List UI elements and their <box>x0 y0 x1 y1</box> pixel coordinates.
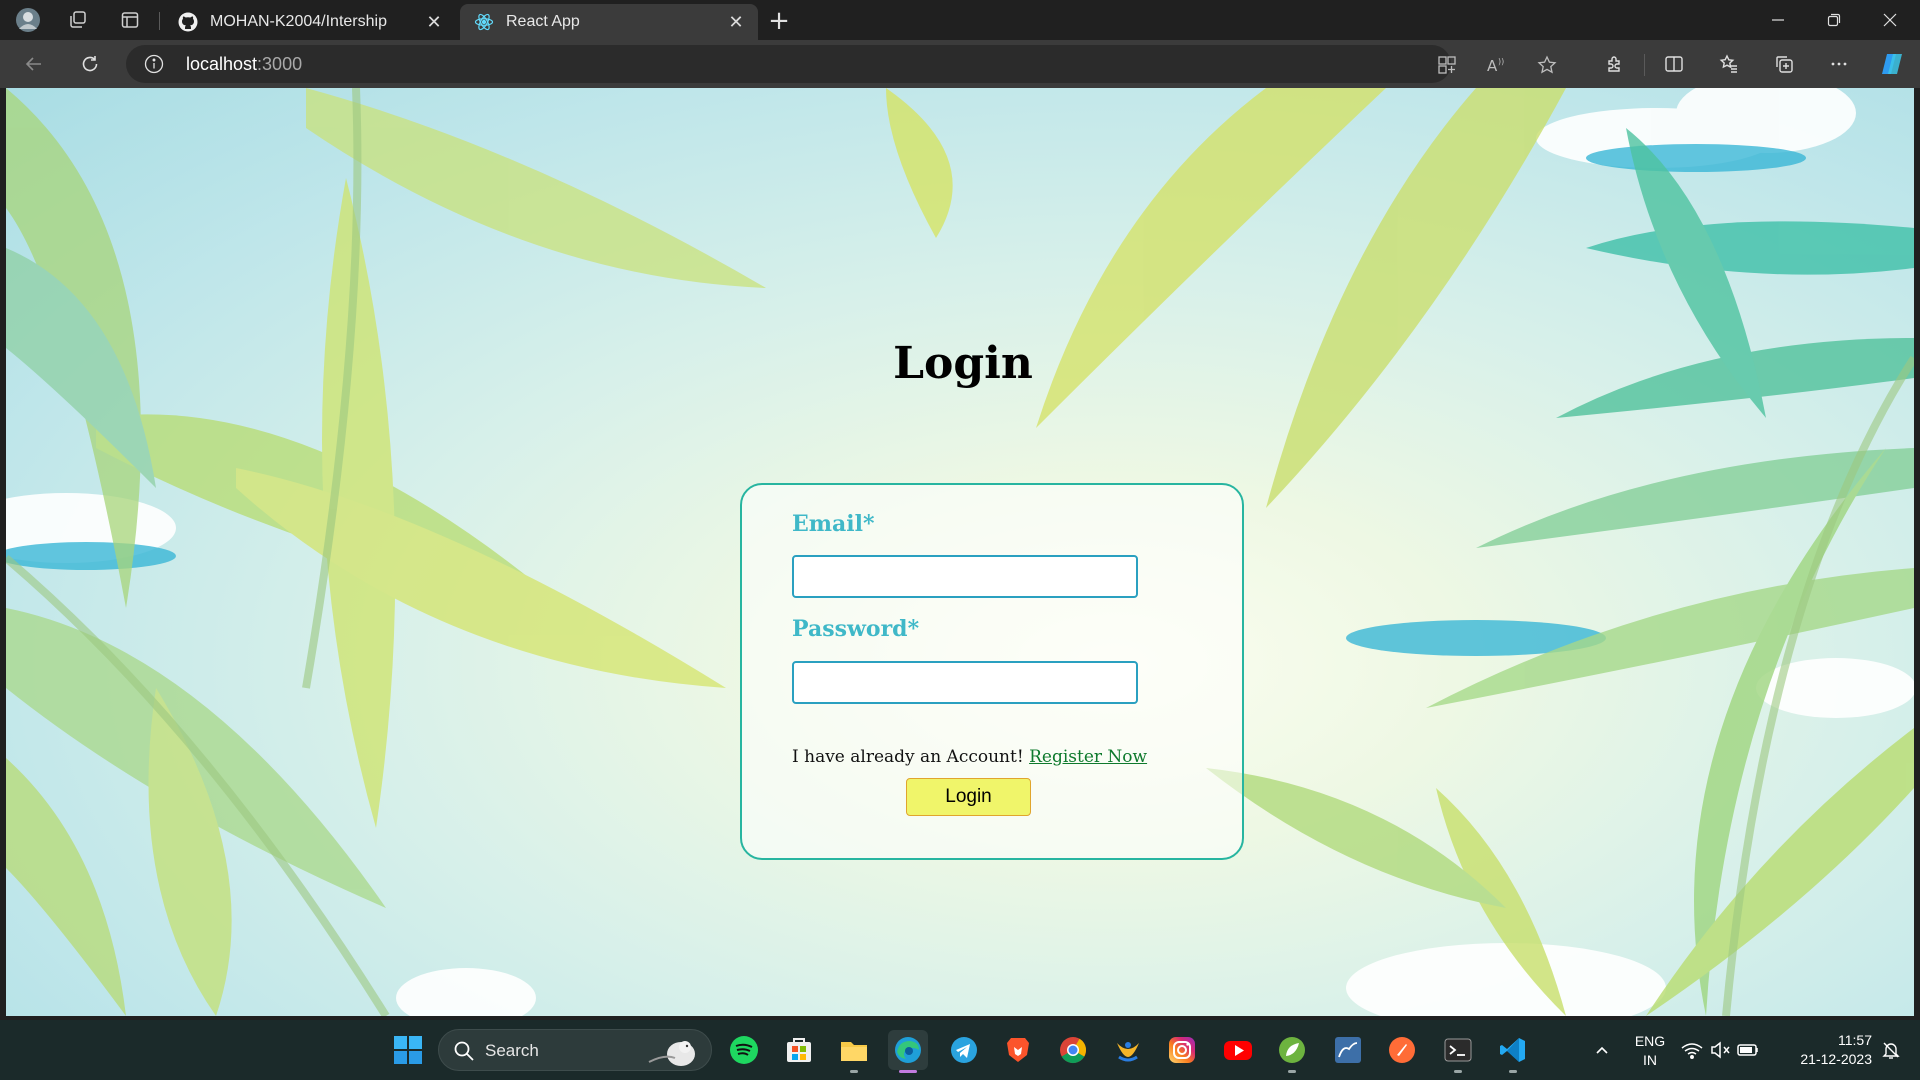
clock[interactable]: 11:57 21-12-2023 <box>1778 1031 1872 1069</box>
password-label: Password* <box>792 616 920 642</box>
restore-icon[interactable] <box>1806 0 1862 40</box>
browser-tab-strip: MOHAN-K2004/Intership ✕ React App ✕ + <box>0 0 1920 40</box>
login-button[interactable]: Login <box>906 778 1031 816</box>
login-form: Email* Password* I have already an Accou… <box>740 483 1244 860</box>
clock-time: 11:57 <box>1838 1032 1872 1048</box>
language-indicator[interactable]: ENG IN <box>1628 1032 1672 1070</box>
favorite-star-icon[interactable] <box>1536 54 1558 76</box>
register-prompt-text: I have already an Account! <box>792 747 1024 767</box>
battery-icon <box>1737 1044 1758 1056</box>
language-code: ENG <box>1634 1033 1666 1049</box>
favorites-icon[interactable] <box>1715 50 1743 78</box>
edge-icon[interactable] <box>888 1030 928 1073</box>
address-bar[interactable]: localhost:3000 A)) <box>126 45 1557 83</box>
read-aloud-icon[interactable]: A)) <box>1486 54 1508 76</box>
wifi-icon <box>1681 1043 1703 1059</box>
show-hidden-icons-icon[interactable] <box>1582 1030 1622 1070</box>
register-prompt: I have already an Account! Register Now <box>792 747 1147 767</box>
vscode-icon[interactable] <box>1493 1030 1533 1073</box>
profile-avatar-icon[interactable] <box>14 6 42 34</box>
collections-icon[interactable] <box>1770 50 1798 78</box>
page-title: Login <box>893 338 1033 389</box>
spotify-icon[interactable] <box>724 1030 764 1070</box>
database-workbench-icon[interactable] <box>1328 1030 1368 1070</box>
tab-react-app[interactable]: React App ✕ <box>460 4 758 40</box>
svg-text:A: A <box>1487 57 1498 75</box>
vertical-tabs-icon[interactable] <box>116 6 144 34</box>
url-host: localhost <box>186 54 258 74</box>
windows-start-icon[interactable] <box>388 1030 428 1070</box>
more-options-icon[interactable] <box>1825 50 1853 78</box>
close-tab-icon[interactable]: ✕ <box>726 12 746 32</box>
search-highlight-owl-icon <box>645 1032 705 1074</box>
extensions-icon[interactable] <box>1601 50 1629 78</box>
running-indicator <box>1454 1070 1462 1073</box>
postman-icon[interactable] <box>1382 1030 1422 1070</box>
password-input[interactable] <box>792 661 1138 704</box>
search-label: Search <box>485 1041 539 1060</box>
tab-title: MOHAN-K2004/Intership <box>210 13 387 30</box>
split-screen-icon[interactable] <box>1660 50 1688 78</box>
youtube-icon[interactable] <box>1218 1030 1258 1070</box>
microsoft-store-icon[interactable] <box>779 1030 819 1070</box>
notifications-bell-icon[interactable] <box>1876 1030 1906 1070</box>
taskbar-search[interactable]: Search <box>438 1029 712 1071</box>
speaker-muted-icon <box>1711 1041 1730 1059</box>
clock-date: 21-12-2023 <box>1800 1051 1872 1067</box>
close-tab-icon[interactable]: ✕ <box>424 12 444 32</box>
site-info-icon[interactable] <box>144 54 164 74</box>
file-explorer-icon[interactable] <box>834 1030 874 1073</box>
instagram-icon[interactable] <box>1162 1030 1202 1070</box>
windows-taskbar: Search ENG IN 11:57 21-12-2023 <box>0 1020 1920 1080</box>
brave-icon[interactable] <box>998 1030 1038 1070</box>
spring-tool-icon[interactable] <box>1272 1030 1312 1073</box>
quick-settings[interactable] <box>1676 1030 1768 1070</box>
github-icon <box>178 12 198 32</box>
page-viewport: Login Email* Password* I have already an… <box>6 88 1914 1016</box>
running-indicator <box>850 1070 858 1073</box>
app-available-icon[interactable] <box>1436 54 1458 76</box>
chrome-icon[interactable] <box>1053 1030 1093 1070</box>
refresh-icon[interactable] <box>76 50 104 78</box>
email-input[interactable] <box>792 555 1138 598</box>
terminal-icon[interactable] <box>1438 1030 1478 1073</box>
react-icon <box>474 12 494 32</box>
url-text[interactable]: localhost:3000 <box>186 54 302 75</box>
browser-toolbar: localhost:3000 A)) <box>0 40 1920 88</box>
minimize-icon[interactable] <box>1750 0 1806 40</box>
email-label: Email* <box>792 511 875 537</box>
region-code: IN <box>1643 1052 1657 1068</box>
back-icon[interactable] <box>20 50 48 78</box>
workspaces-icon[interactable] <box>64 6 92 34</box>
search-icon <box>453 1040 475 1066</box>
new-tab-icon[interactable]: + <box>764 6 794 36</box>
running-indicator <box>1509 1070 1517 1073</box>
copilot-icon[interactable] <box>1878 50 1906 78</box>
app-bird-icon[interactable] <box>1108 1030 1148 1070</box>
svg-text:)): )) <box>1498 57 1504 66</box>
tab-title: React App <box>506 13 580 30</box>
close-window-icon[interactable] <box>1862 0 1918 40</box>
telegram-icon[interactable] <box>944 1030 984 1070</box>
tab-github[interactable]: MOHAN-K2004/Intership ✕ <box>164 4 456 40</box>
tab-separator <box>159 12 160 30</box>
active-indicator <box>899 1070 917 1073</box>
running-indicator <box>1288 1070 1296 1073</box>
toolbar-separator <box>1644 54 1645 76</box>
url-port: :3000 <box>257 54 303 74</box>
register-now-link[interactable]: Register Now <box>1029 747 1147 767</box>
